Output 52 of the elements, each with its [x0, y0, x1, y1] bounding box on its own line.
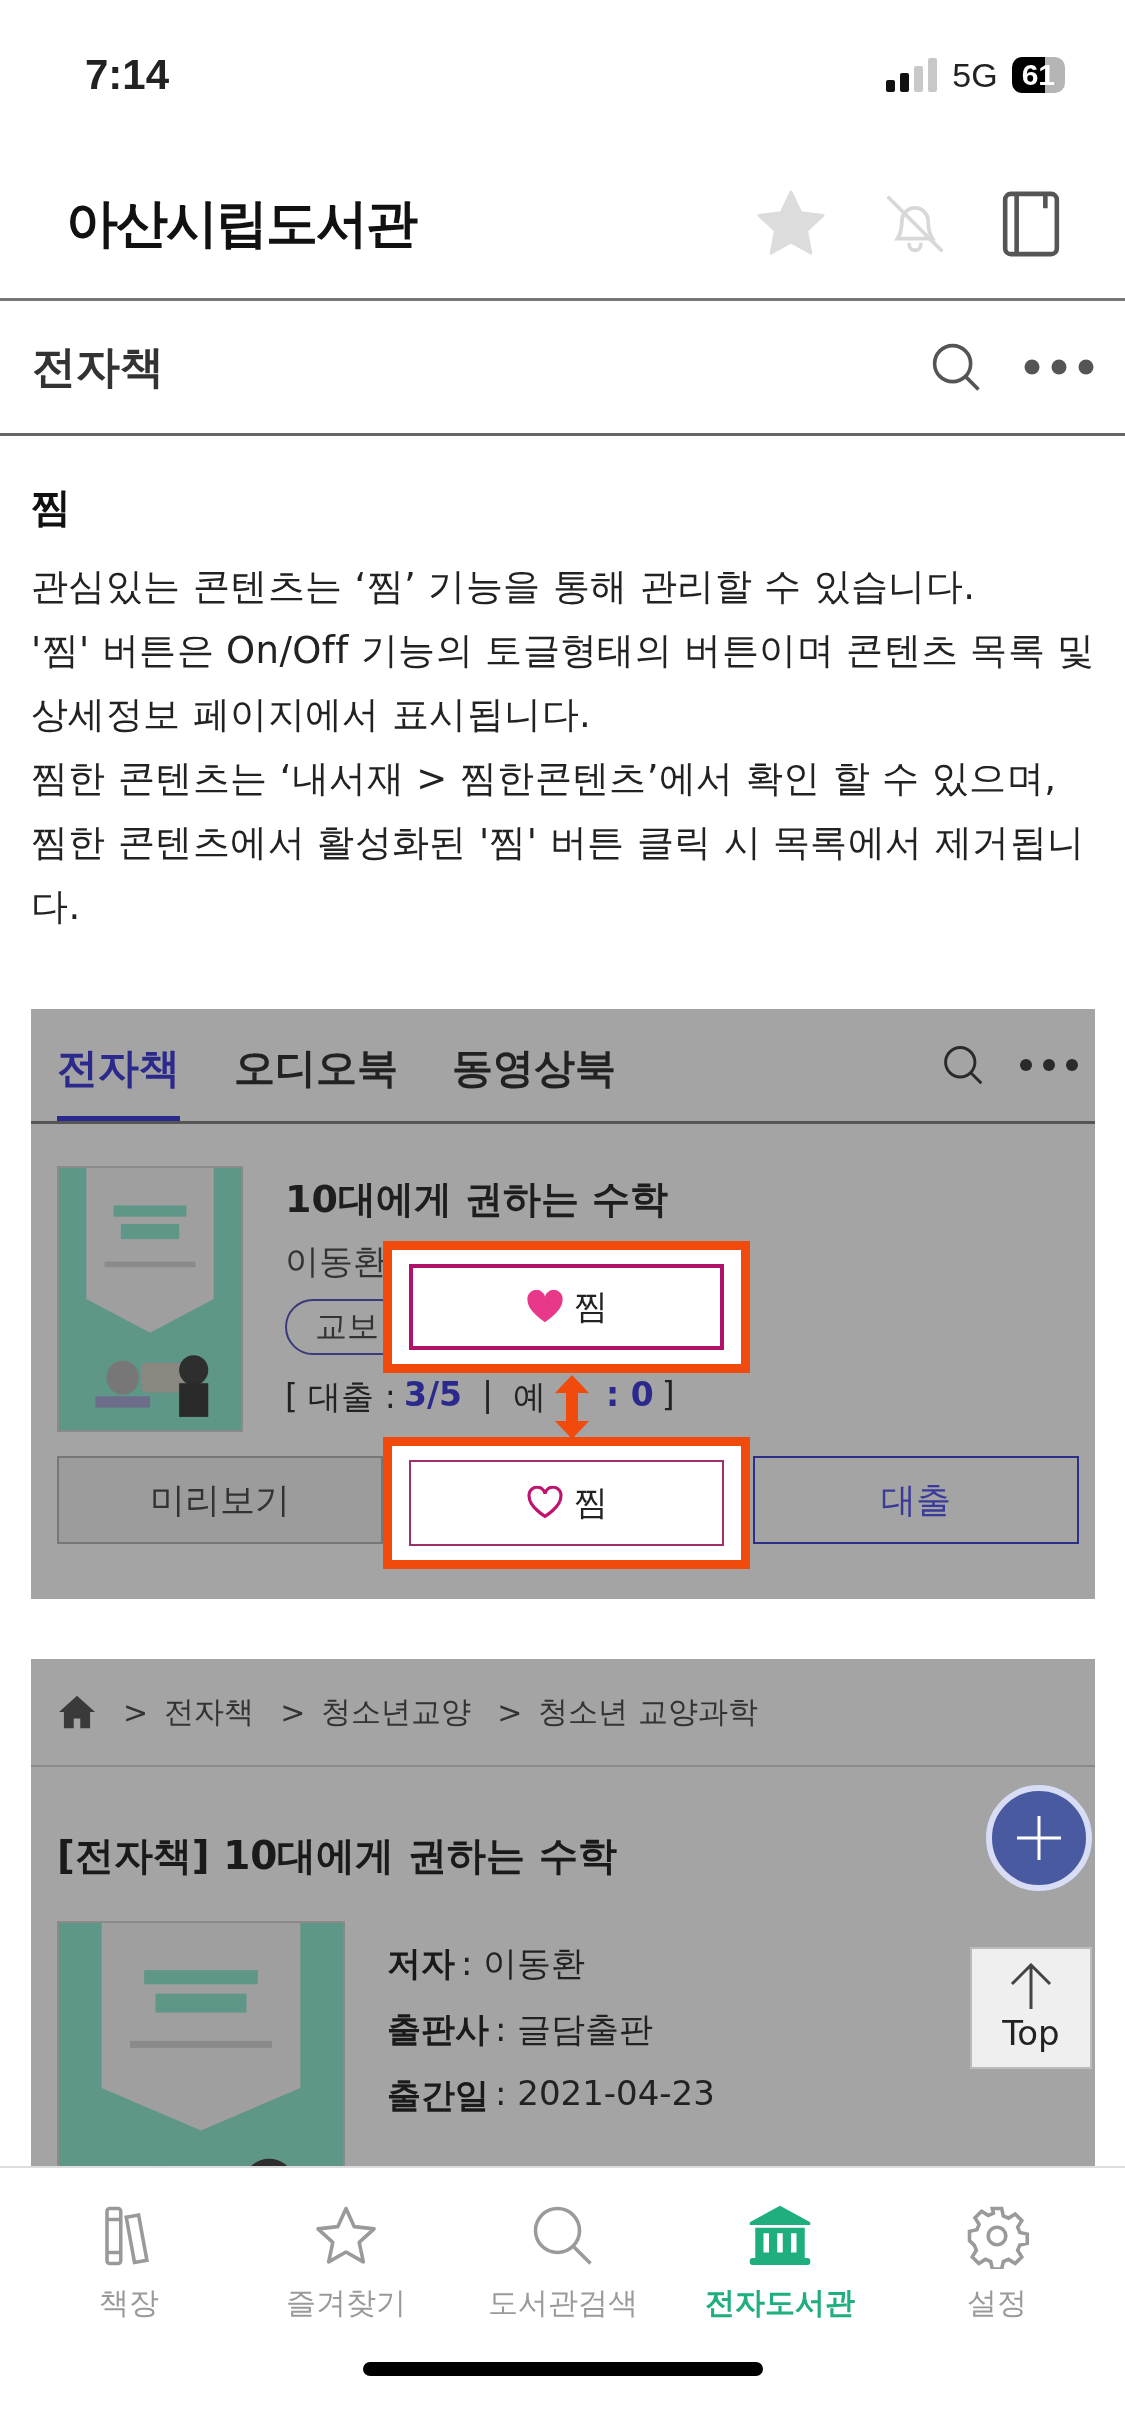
wish-button[interactable]: 찜 [409, 1264, 724, 1350]
app-title: 아산시립도서관 [66, 192, 416, 255]
loan-button[interactable]: 대출 [753, 1456, 1079, 1544]
paragraph: 관심있는 콘텐츠는 ‘찜’ 기능을 통해 관리할 수 있습니다. [31, 564, 977, 610]
breadcrumb-link[interactable]: 청소년교양 [321, 1691, 472, 1733]
wish-button[interactable]: 찜 [409, 1460, 724, 1546]
divider-mark: | [481, 1375, 494, 1416]
detail-value: : 이동환 [461, 1942, 586, 1985]
signal-icon [886, 58, 939, 92]
paragraph: '찜' 버튼은 On/Off 기능의 토글형태의 버튼이며 콘텐츠 목록 및 상세정보 페이지에서 표시됩니다. [31, 628, 1095, 738]
book-author: 이동환 [285, 1240, 387, 1283]
tab[interactable]: 동영상북 [452, 1041, 616, 1121]
detail-label: 출판사 [387, 2008, 489, 2051]
reserve-count: : 0 [606, 1375, 654, 1416]
detail-label: 저자 [387, 1942, 455, 1985]
search-icon[interactable] [941, 1043, 985, 1087]
book-icon[interactable] [1002, 191, 1060, 257]
reserve-label: 예 [513, 1376, 547, 1418]
book-title: [전자책] 10대에게 권하는 수학 [57, 1832, 618, 1880]
tab-bar-item[interactable]: 전자도서관 [679, 2202, 880, 2324]
breadcrumb-separator: > [280, 1694, 306, 1730]
tab-bar-item[interactable]: 도서관검색 [462, 2202, 663, 2324]
detail-value: : 2021-04-23 [495, 2073, 715, 2115]
bracket-mark: ] [661, 1375, 675, 1416]
tab[interactable]: 전자책 [57, 1041, 180, 1121]
tab[interactable]: 오디오북 [234, 1041, 398, 1121]
network-label: 5G [952, 55, 998, 95]
home-icon[interactable] [57, 1694, 97, 1730]
section-heading: 찜 [31, 483, 72, 532]
loan-count: 3/5 [404, 1375, 462, 1416]
heart-icon [525, 1290, 564, 1324]
plus-icon [1015, 1814, 1063, 1862]
more-icon[interactable] [1023, 358, 1095, 376]
preview-button[interactable]: 미리보기 [57, 1456, 383, 1544]
more-icon[interactable] [1019, 1058, 1079, 1072]
tab-bar-item[interactable]: 책장 [28, 2202, 229, 2324]
heart-outline-icon [525, 1486, 564, 1520]
breadcrumb-separator: > [497, 1694, 523, 1730]
detail-value: : 글담출판 [495, 2008, 654, 2051]
breadcrumb-separator: > [123, 1694, 149, 1730]
loan-label: [ 대출 : [285, 1376, 396, 1418]
breadcrumb-link[interactable]: 청소년 교양과학 [538, 1691, 758, 1733]
section-title: 전자책 [32, 339, 164, 394]
up-arrow-icon [1008, 1963, 1054, 2009]
breadcrumb-link[interactable]: 전자책 [164, 1691, 255, 1733]
clock-time: 7:14 [85, 51, 170, 99]
book-title: 10대에게 권하는 수학 [285, 1176, 669, 1223]
scroll-top-button[interactable]: Top [970, 1947, 1092, 2069]
detail-label: 출간일 [387, 2074, 489, 2117]
tab-bar-item[interactable]: 즐겨찾기 [245, 2202, 446, 2324]
paragraph: 찜한 콘텐츠는 ‘내서재 > 찜한콘텐츠’에서 확인 할 수 있으며, 찜한 콘텐츠에서 활성화된 '찜' 버튼 클릭 시 목록에서 제거됩니다. [31, 756, 1086, 930]
tab-bar-item[interactable]: 설정 [896, 2202, 1097, 2324]
